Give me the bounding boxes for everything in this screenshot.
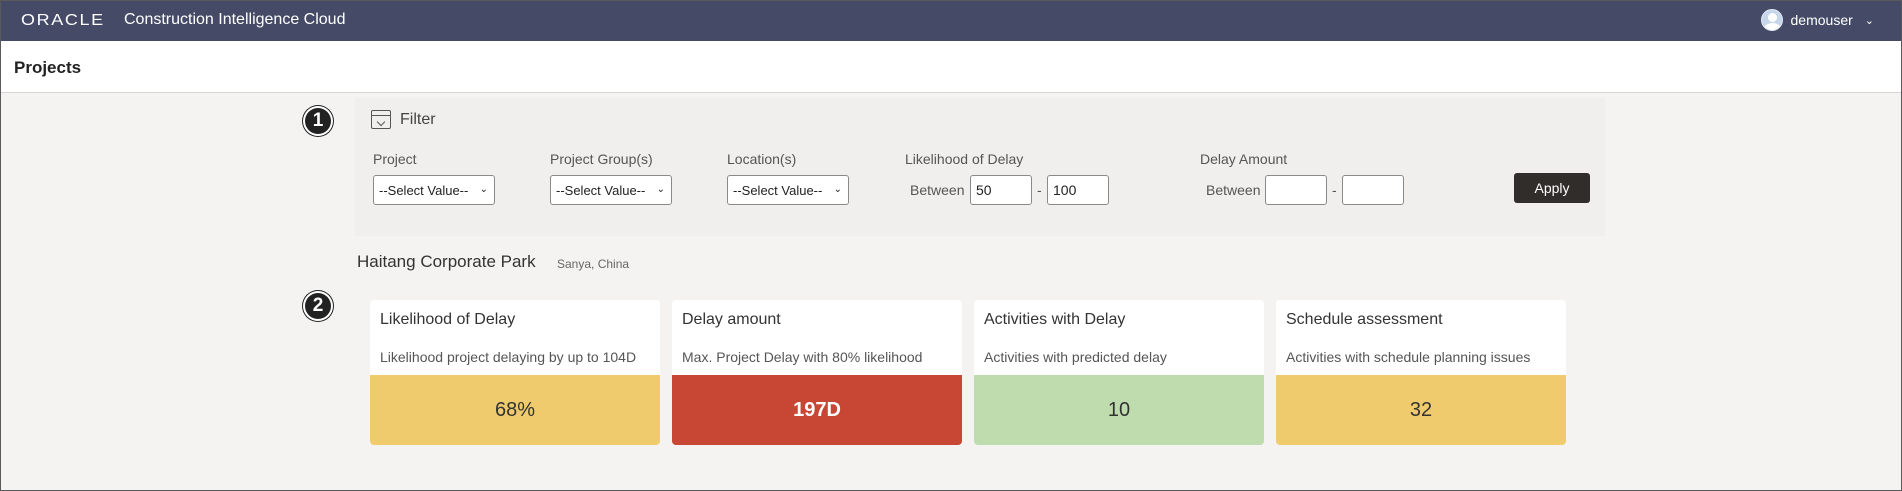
- filter-panel: [355, 98, 1605, 236]
- page-header: Projects: [0, 41, 1902, 93]
- delay-amount-label: Delay Amount: [1200, 151, 1288, 167]
- card-title: Delay amount: [682, 311, 781, 328]
- project-select-value: --Select Value--: [379, 182, 469, 198]
- project-location: Sanya, China: [557, 257, 630, 271]
- chevron-down-icon: ⌄: [656, 184, 665, 195]
- project-groups-select[interactable]: --Select Value-- ⌄: [550, 175, 672, 205]
- likelihood-range-dash: -: [1037, 182, 1042, 198]
- locations-select[interactable]: --Select Value-- ⌄: [727, 175, 849, 205]
- filter-heading: Filter: [400, 110, 436, 128]
- page-title: Projects: [14, 58, 82, 77]
- card-subtitle: Activities with schedule planning issues: [1286, 349, 1531, 365]
- step-badge-1: 1: [303, 106, 333, 136]
- card-title: Likelihood of Delay: [380, 311, 516, 328]
- card-activities-with-delay[interactable]: Activities with Delay Activities with pr…: [974, 300, 1264, 445]
- likelihood-min-input[interactable]: 50: [970, 175, 1032, 205]
- card-value: 68%: [370, 375, 660, 445]
- card-title: Schedule assessment: [1286, 311, 1443, 328]
- chevron-down-icon: ⌄: [479, 184, 488, 195]
- app-title: Construction Intelligence Cloud: [124, 11, 346, 28]
- likelihood-label: Likelihood of Delay: [905, 151, 1024, 167]
- delay-amount-min-input[interactable]: [1265, 175, 1327, 205]
- top-bar: ORACLE Construction Intelligence Cloud d…: [0, 0, 1902, 41]
- filter-toggle[interactable]: Filter: [371, 110, 436, 129]
- card-title: Activities with Delay: [984, 311, 1126, 328]
- locations-label: Location(s): [727, 151, 797, 167]
- locations-select-value: --Select Value--: [733, 182, 823, 198]
- card-value: 10: [974, 375, 1264, 445]
- card-schedule-assessment[interactable]: Schedule assessment Activities with sche…: [1276, 300, 1566, 445]
- username: demouser: [1790, 12, 1853, 28]
- project-label: Project: [373, 151, 417, 167]
- card-likelihood-of-delay[interactable]: Likelihood of Delay Likelihood project d…: [370, 300, 660, 445]
- card-subtitle: Max. Project Delay with 80% likelihood: [682, 349, 923, 365]
- project-select[interactable]: --Select Value-- ⌄: [373, 175, 495, 205]
- avatar-icon: [1760, 9, 1783, 31]
- chevron-down-icon: ⌄: [1864, 14, 1874, 27]
- step-badge-2: 2: [303, 291, 333, 321]
- delay-amount-range-dash: -: [1332, 182, 1337, 198]
- likelihood-between-label: Between: [910, 182, 965, 198]
- card-subtitle: Activities with predicted delay: [984, 349, 1167, 365]
- oracle-logo[interactable]: ORACLE: [21, 12, 105, 30]
- project-groups-select-value: --Select Value--: [556, 182, 646, 198]
- apply-button[interactable]: Apply: [1514, 173, 1590, 203]
- delay-amount-max-input[interactable]: [1342, 175, 1404, 205]
- card-subtitle: Likelihood project delaying by up to 104…: [380, 349, 637, 365]
- filter-drawer-icon: [371, 110, 391, 129]
- chevron-down-icon: ⌄: [833, 184, 842, 195]
- card-value: 32: [1276, 375, 1566, 445]
- card-value: 197D: [672, 375, 962, 445]
- likelihood-max-input[interactable]: 100: [1047, 175, 1109, 205]
- project-name: Haitang Corporate Park: [357, 252, 536, 271]
- card-delay-amount[interactable]: Delay amount Max. Project Delay with 80%…: [672, 300, 962, 445]
- delay-amount-between-label: Between: [1206, 182, 1261, 198]
- project-groups-label: Project Group(s): [550, 151, 653, 167]
- user-menu[interactable]: demouser ⌄: [1760, 9, 1874, 31]
